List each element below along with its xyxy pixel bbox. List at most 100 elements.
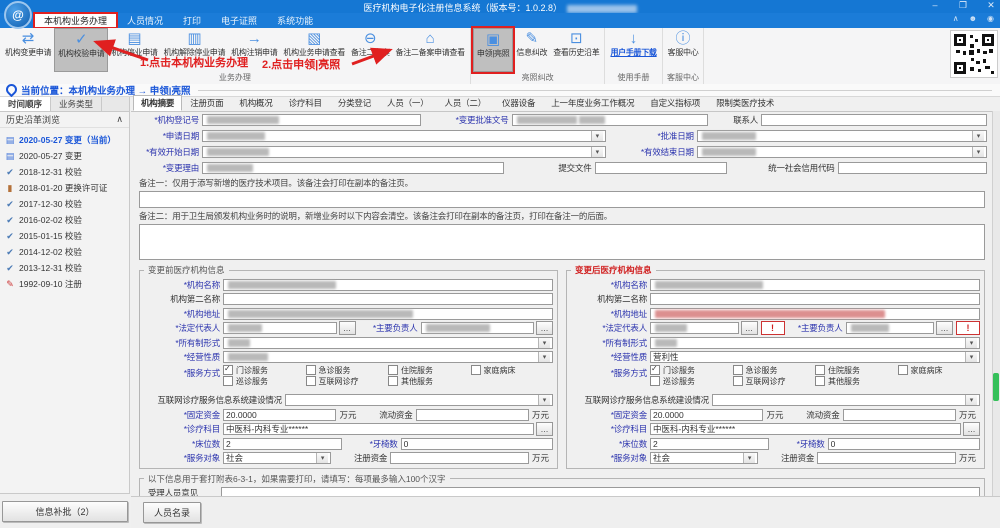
ribbon-button[interactable]: ⊡查看历史沿革 xyxy=(550,28,602,72)
note1-textarea[interactable] xyxy=(139,191,985,208)
checkbox-icon[interactable] xyxy=(815,376,825,386)
before-subjects-input[interactable]: 中医科-内科专业****** xyxy=(223,423,534,435)
checkbox-icon[interactable] xyxy=(388,376,398,386)
legal-rep-picker-button[interactable]: … xyxy=(741,321,758,335)
checkbox-icon[interactable] xyxy=(733,376,743,386)
principal-picker-button[interactable]: … xyxy=(536,321,553,335)
checkbox-icon[interactable] xyxy=(898,365,908,375)
after-flow-fund-input[interactable] xyxy=(843,409,956,421)
before-second-name-input[interactable] xyxy=(223,293,553,305)
after-principal-input[interactable] xyxy=(846,322,935,334)
menu-item[interactable]: 系统功能 xyxy=(267,13,323,28)
checkbox-icon[interactable] xyxy=(650,376,660,386)
service-mode-checkbox[interactable]: 家庭病床 xyxy=(898,365,981,376)
ribbon-button[interactable]: ↓用户手册下载 xyxy=(607,28,659,72)
service-mode-checkbox[interactable]: 门诊服务 xyxy=(223,365,306,376)
ribbon-button[interactable]: ✓机构校验申请 xyxy=(54,28,108,72)
checkbox-icon[interactable] xyxy=(306,365,316,375)
history-list-item[interactable]: ✔ 2014-12-02 校验 xyxy=(0,244,129,260)
submit-file-input[interactable] xyxy=(595,162,727,174)
before-legal-rep-input[interactable] xyxy=(223,322,337,334)
main-tab[interactable]: 机构概况 xyxy=(231,95,280,111)
checkbox-icon[interactable] xyxy=(650,365,660,375)
before-internet-combo[interactable]: ▾ xyxy=(285,394,553,406)
before-fixed-fund-input[interactable]: 20.0000 xyxy=(223,409,336,421)
after-service-obj-combo[interactable]: 社会▾ xyxy=(650,452,758,464)
history-list-item[interactable]: ✔ 2018-12-31 校验 xyxy=(0,164,129,180)
before-service-obj-combo[interactable]: 社会▾ xyxy=(223,452,331,464)
history-list-item[interactable]: ▤ 2020-05-27 变更 xyxy=(0,148,129,164)
ribbon-button[interactable]: ⊖备注二备案 xyxy=(348,28,393,72)
after-legal-rep-input[interactable] xyxy=(650,322,739,334)
approve-date-combo[interactable]: ▾ xyxy=(697,130,987,142)
valid-end-combo[interactable]: ▾ xyxy=(697,146,987,158)
subjects-picker-button[interactable]: … xyxy=(963,422,980,436)
scrollbar-thumb[interactable] xyxy=(993,373,999,401)
close-button[interactable]: ✕ xyxy=(984,0,998,11)
collapse-icon[interactable]: ∧ xyxy=(116,114,123,125)
valid-start-combo[interactable]: ▾ xyxy=(202,146,606,158)
after-second-name-input[interactable] xyxy=(650,293,980,305)
service-mode-checkbox[interactable]: 门诊服务 xyxy=(650,365,733,376)
before-address-input[interactable] xyxy=(223,308,553,320)
tray-icon[interactable]: ☻ xyxy=(969,14,977,23)
ribbon-button[interactable]: ⇄机构变更申请 xyxy=(2,28,54,72)
ribbon-button[interactable]: ⌂备注二备案申请查看 xyxy=(393,28,468,72)
accept-opinion-input[interactable] xyxy=(221,487,980,496)
ribbon-button[interactable]: ⓘ客服中心 xyxy=(665,28,702,72)
main-tab[interactable]: 人员（二） xyxy=(437,95,495,111)
after-nature-combo[interactable]: 营利性▾ xyxy=(650,351,980,363)
after-beds-input[interactable]: 2 xyxy=(650,438,769,450)
after-address-input[interactable] xyxy=(650,308,980,320)
before-reg-fund-input[interactable] xyxy=(390,452,529,464)
tray-icon[interactable]: ◉ xyxy=(987,14,994,23)
service-mode-checkbox[interactable]: 巡诊服务 xyxy=(223,376,306,387)
info-batch-button[interactable]: 信息补批（2） xyxy=(2,501,128,522)
after-chairs-input[interactable]: 0 xyxy=(828,438,980,450)
before-ownership-combo[interactable]: ▾ xyxy=(223,337,553,349)
after-fixed-fund-input[interactable]: 20.0000 xyxy=(650,409,763,421)
menu-item[interactable]: 电子证照 xyxy=(211,13,267,28)
sidebar-tab[interactable]: 业务类型 xyxy=(51,97,102,111)
sidebar-tab[interactable]: 时间顺序 xyxy=(0,97,51,111)
after-internet-combo[interactable]: ▾ xyxy=(712,394,980,406)
service-mode-checkbox[interactable]: 其他服务 xyxy=(388,376,471,387)
service-mode-checkbox[interactable]: 急诊服务 xyxy=(306,365,389,376)
after-name-input[interactable] xyxy=(650,279,980,291)
before-flow-fund-input[interactable] xyxy=(416,409,529,421)
checkbox-icon[interactable] xyxy=(223,365,233,375)
history-list-item[interactable]: ✔ 2016-02-02 校验 xyxy=(0,212,129,228)
main-tab[interactable]: 自定义指标项 xyxy=(642,95,708,111)
main-tab[interactable]: 人员（一） xyxy=(379,95,437,111)
main-tab[interactable]: 限制类医疗技术 xyxy=(708,95,782,111)
service-mode-checkbox[interactable]: 互联网诊疗 xyxy=(733,376,816,387)
main-tab[interactable]: 机构摘要 xyxy=(133,95,182,111)
main-tab[interactable]: 分类登记 xyxy=(330,95,379,111)
history-list-item[interactable]: ✔ 2015-01-15 校验 xyxy=(0,228,129,244)
before-nature-combo[interactable]: ▾ xyxy=(223,351,553,363)
ribbon-button[interactable]: ✎信息纠改 xyxy=(513,28,550,72)
principal-warning-button[interactable]: ! xyxy=(956,321,980,335)
checkbox-icon[interactable] xyxy=(471,365,481,375)
before-beds-input[interactable]: 2 xyxy=(223,438,342,450)
chevron-down-icon[interactable]: ▾ xyxy=(972,131,984,141)
service-mode-checkbox[interactable]: 家庭病床 xyxy=(471,365,554,376)
checkbox-icon[interactable] xyxy=(223,376,233,386)
menu-item[interactable]: 打印 xyxy=(173,13,211,28)
subjects-picker-button[interactable]: … xyxy=(536,422,553,436)
history-list-item[interactable]: ▮ 2018-01-20 更换许可证 xyxy=(0,180,129,196)
legal-rep-warning-button[interactable]: ! xyxy=(761,321,785,335)
main-tab[interactable]: 仪器设备 xyxy=(494,95,543,111)
main-tab[interactable]: 注册页面 xyxy=(182,95,231,111)
main-tab[interactable]: 诊疗科目 xyxy=(281,95,330,111)
chevron-down-icon[interactable]: ▾ xyxy=(972,147,984,157)
apply-date-combo[interactable]: ▾ xyxy=(202,130,606,142)
checkbox-icon[interactable] xyxy=(815,365,825,375)
maximize-button[interactable]: ❐ xyxy=(956,0,970,11)
checkbox-icon[interactable] xyxy=(388,365,398,375)
tray-icon[interactable]: ∧ xyxy=(953,14,959,23)
minimize-button[interactable]: – xyxy=(928,0,942,11)
note2-textarea[interactable] xyxy=(139,224,985,260)
ribbon-button[interactable]: ▣申领|亮照 xyxy=(473,28,514,72)
approve-doc-input[interactable] xyxy=(512,114,709,126)
